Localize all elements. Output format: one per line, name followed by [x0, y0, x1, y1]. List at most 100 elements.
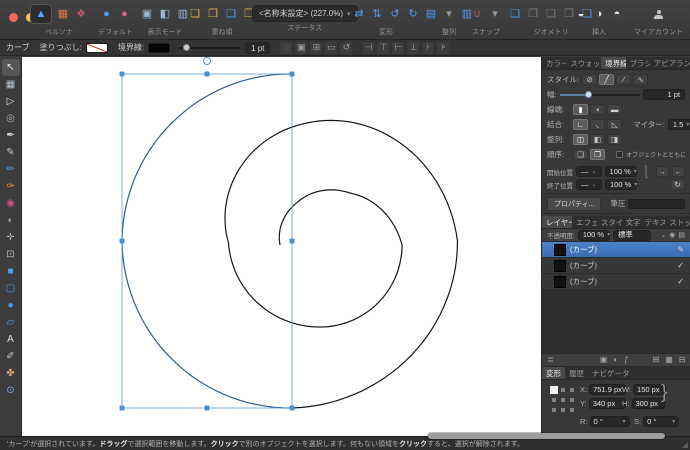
cap-butt-button[interactable]: ▮: [573, 104, 589, 115]
align-left-icon[interactable]: ⊣: [362, 41, 375, 54]
text-tool[interactable]: A: [2, 331, 20, 348]
stroke-behind-button[interactable]: ❏: [573, 149, 589, 160]
zoom-tool[interactable]: ⊙: [2, 382, 20, 399]
layer-visibility-checkbox[interactable]: ✓: [677, 261, 684, 270]
view-tool[interactable]: ✤: [2, 365, 20, 382]
align-center-icon[interactable]: ⊤: [377, 41, 390, 54]
cap-round-button[interactable]: ◖: [590, 104, 606, 115]
rounded-rectangle-tool[interactable]: ▢: [2, 280, 20, 297]
tab-境界線[interactable]: 境界線: [601, 57, 626, 69]
end-arrowhead-dropdown[interactable]: — ⌄: [576, 179, 602, 190]
alignment-icon[interactable]: ▤: [424, 6, 438, 22]
cap-square-button[interactable]: ▬: [607, 104, 623, 115]
blend-options-icon[interactable]: ⌄: [660, 231, 666, 239]
scale-with-object-checkbox[interactable]: [616, 151, 624, 158]
boolean-intersect-icon[interactable]: ❑: [544, 6, 558, 22]
layer-thumbnail[interactable]: [554, 243, 566, 256]
align-right-icon[interactable]: ⊢: [392, 41, 405, 54]
slider-thumb[interactable]: [585, 91, 593, 98]
point-transform-tool[interactable]: ✛: [2, 229, 20, 246]
vector-view-icon[interactable]: ▣: [140, 6, 154, 22]
cycle-selection-box-icon[interactable]: ↺: [340, 41, 353, 54]
tab-ブラシ[interactable]: ブラシ: [626, 57, 650, 69]
stroke-width-value[interactable]: 1 pt: [245, 41, 271, 54]
insert-behind-icon[interactable]: ◒: [574, 6, 588, 22]
layer-thumbnail[interactable]: [554, 275, 566, 288]
box-from-stroke-icon[interactable]: ▭: [325, 41, 338, 54]
blend-gamma-icon[interactable]: ◉: [669, 231, 675, 239]
layer-row[interactable]: (カーブ) ✎: [542, 242, 690, 258]
stroke-width-slider[interactable]: [178, 43, 241, 53]
move-forward-icon[interactable]: ❐: [206, 6, 220, 22]
vector-brush-tool[interactable]: ✑: [2, 178, 20, 195]
rotate-ccw-icon[interactable]: ↺: [388, 6, 402, 22]
resize-grip-icon[interactable]: ◢: [682, 440, 688, 449]
insert-inside-icon[interactable]: ◑: [592, 6, 606, 22]
tab-レイヤー[interactable]: レイヤー: [542, 216, 573, 228]
revert-defaults-icon[interactable]: ●: [118, 6, 132, 22]
group-layers-icon[interactable]: ▦: [665, 356, 673, 364]
tab-スウォッチ[interactable]: スウォッチ: [566, 57, 601, 69]
pixel-persona-icon[interactable]: ▦: [56, 6, 70, 22]
boolean-add-icon[interactable]: ❏: [508, 6, 522, 22]
stroke-none-button[interactable]: ⊘: [582, 74, 598, 85]
tab-スタイ[interactable]: スタイ: [597, 216, 622, 228]
selection-handle[interactable]: [204, 71, 210, 77]
layers-empty-area[interactable]: [542, 290, 690, 353]
document-canvas[interactable]: [22, 57, 541, 436]
linked-layer-icon[interactable]: ▤: [678, 231, 685, 239]
layer-name[interactable]: (カーブ): [570, 244, 673, 255]
stroke-solid-button[interactable]: ╱: [599, 74, 615, 85]
stroke-width-panel-slider[interactable]: [559, 90, 640, 99]
pen-tool[interactable]: ✒: [2, 127, 20, 144]
y-field[interactable]: 340 px: [588, 398, 626, 409]
selection-box-icon[interactable]: ▣: [295, 41, 308, 54]
selection-handle[interactable]: [204, 405, 210, 411]
shape-tool[interactable]: ▱: [2, 314, 20, 331]
selection-handle[interactable]: [119, 71, 125, 77]
selection-handle[interactable]: [289, 405, 295, 411]
export-persona-icon[interactable]: ❖: [74, 6, 88, 22]
layer-row[interactable]: (カーブ) ✓: [542, 258, 690, 274]
snapping-magnet-icon[interactable]: ∪: [470, 6, 484, 22]
miter-value-field[interactable]: 1.5 ▾: [667, 119, 690, 130]
layer-thumbnail[interactable]: [554, 259, 566, 272]
snap-dropdown-icon[interactable]: ▾: [488, 6, 502, 22]
tab-エフェ[interactable]: エフェ: [572, 216, 597, 228]
join-round-button[interactable]: ◟: [590, 119, 606, 130]
color-picker-tool[interactable]: ✐: [2, 348, 20, 365]
tab-ナビゲータ[interactable]: ナビゲータ: [588, 367, 634, 379]
pencil-tool[interactable]: ✏: [2, 161, 20, 178]
layers-stack-icon[interactable]: ≣: [547, 356, 554, 364]
edit-pencil-icon[interactable]: ✎: [677, 245, 684, 254]
adjustment-layer-icon[interactable]: ◐: [613, 356, 618, 364]
align-top-icon[interactable]: ⊥: [407, 41, 420, 54]
rotation-field[interactable]: 0 ° ▾: [589, 416, 630, 427]
align-middle-icon[interactable]: ⊦: [422, 41, 435, 54]
document-title-dropdown[interactable]: <名称未設定> (227.0%) ▾: [252, 5, 358, 22]
tab-変形[interactable]: 変形: [542, 367, 565, 379]
mask-layer-icon[interactable]: ▣: [600, 356, 608, 364]
stroke-align-outside-button[interactable]: ◨: [607, 134, 623, 145]
start-arrowhead-dropdown[interactable]: — ⌄: [576, 166, 602, 177]
rectangle-tool[interactable]: ■: [2, 263, 20, 280]
my-account-icon[interactable]: [652, 6, 666, 22]
synchronize-defaults-icon[interactable]: ●: [100, 6, 114, 22]
transparency-tool[interactable]: ◐: [2, 212, 20, 229]
vector-crop-tool[interactable]: ⊡: [2, 246, 20, 263]
selection-handle[interactable]: [289, 238, 295, 244]
layer-row[interactable]: (カーブ) ✓: [542, 274, 690, 290]
node-tool[interactable]: ▷: [2, 93, 20, 110]
delete-layer-icon[interactable]: ⊟: [679, 356, 686, 364]
stroke-brush-button[interactable]: ∿: [633, 74, 649, 85]
pixel-view-icon[interactable]: ◧: [158, 6, 172, 22]
transform-separately-icon[interactable]: ⊞: [310, 41, 323, 54]
tab-テキス[interactable]: テキス: [641, 216, 666, 228]
h-field[interactable]: 300 px: [631, 398, 665, 409]
contour-tool[interactable]: ◎: [2, 110, 20, 127]
reverse-curve-button[interactable]: ↻: [670, 179, 685, 190]
insert-after-icon[interactable]: ◓: [610, 6, 624, 22]
tab-カラー[interactable]: カラー: [542, 57, 566, 69]
flip-vertical-icon[interactable]: ⇅: [370, 6, 384, 22]
swap-arrowheads-button[interactable]: →: [655, 166, 669, 177]
